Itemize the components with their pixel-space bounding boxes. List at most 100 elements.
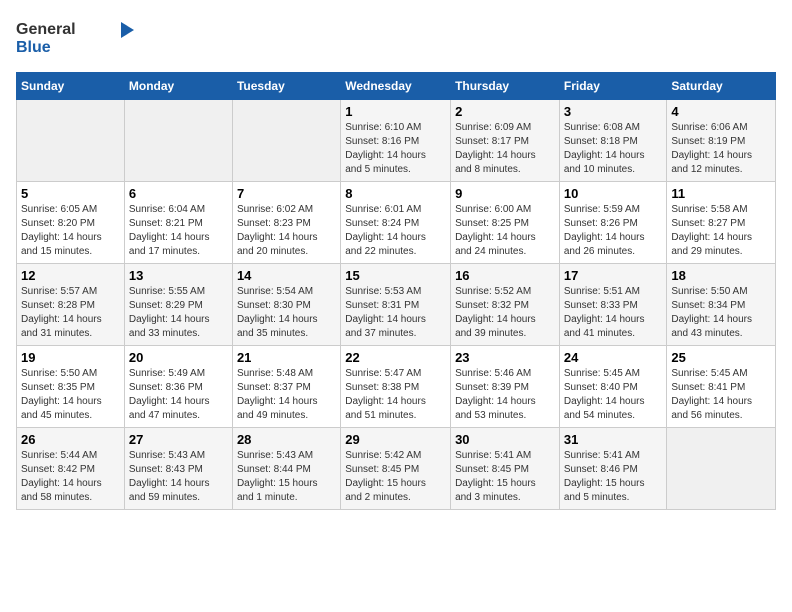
day-info: Sunrise: 5:59 AM Sunset: 8:26 PM Dayligh…	[564, 203, 663, 259]
calendar-cell: 19Sunrise: 5:50 AM Sunset: 8:35 PM Dayli…	[17, 346, 125, 428]
day-number: 6	[129, 186, 228, 201]
day-number: 28	[237, 432, 336, 447]
calendar-cell: 30 Sunrise: 5:41 AM Sunset: 8:45 PM Dayli…	[451, 428, 560, 510]
day-number: 31	[564, 432, 663, 447]
calendar-cell: 5 Sunrise: 6:05 AM Sunset: 8:20 PM Daylig…	[17, 182, 125, 264]
day-info: Sunrise: 5:58 AM Sunset: 8:27 PM Dayligh…	[671, 203, 771, 259]
day-info: Sunrise: 5:50 AM Sunset: 8:34 PM Dayligh…	[671, 285, 771, 341]
calendar-cell: 8Sunrise: 6:01 AM Sunset: 8:24 PM Daylig…	[341, 182, 451, 264]
day-info: Sunrise: 5:46 AM Sunset: 8:39 PM Dayligh…	[455, 367, 555, 423]
calendar-week-row: 1 Sunrise: 6:10 AM Sunset: 8:16 PM Daylig…	[17, 100, 776, 182]
calendar-cell	[124, 100, 232, 182]
day-info: Sunrise: 5:43 AM Sunset: 8:44 PM Dayligh…	[237, 449, 336, 505]
day-number: 14	[237, 268, 336, 283]
day-number: 16	[455, 268, 555, 283]
calendar-cell	[17, 100, 125, 182]
svg-text:General: General	[16, 21, 76, 38]
day-info: Sunrise: 5:57 AM Sunset: 8:28 PM Dayligh…	[21, 285, 120, 341]
day-info: Sunrise: 6:10 AM Sunset: 8:16 PM Dayligh…	[345, 121, 446, 177]
day-info: Sunrise: 6:09 AM Sunset: 8:17 PM Dayligh…	[455, 121, 555, 177]
calendar-week-row: 12 Sunrise: 5:57 AM Sunset: 8:28 PM Dayli…	[17, 264, 776, 346]
calendar-week-row: 19Sunrise: 5:50 AM Sunset: 8:35 PM Dayli…	[17, 346, 776, 428]
calendar-cell: 25 Sunrise: 5:45 AM Sunset: 8:41 PM Dayli…	[667, 346, 776, 428]
calendar-cell: 4 Sunrise: 6:06 AM Sunset: 8:19 PM Daylig…	[667, 100, 776, 182]
calendar-cell: 3 Sunrise: 6:08 AM Sunset: 8:18 PM Daylig…	[559, 100, 667, 182]
day-number: 2	[455, 104, 555, 119]
day-number: 27	[129, 432, 228, 447]
day-number: 29	[345, 432, 446, 447]
day-number: 15	[345, 268, 446, 283]
day-info: Sunrise: 5:47 AM Sunset: 8:38 PM Dayligh…	[345, 367, 446, 423]
day-number: 12	[21, 268, 120, 283]
day-number: 10	[564, 186, 663, 201]
calendar-cell: 22 Sunrise: 5:47 AM Sunset: 8:38 PM Dayli…	[341, 346, 451, 428]
calendar-cell: 31 Sunrise: 5:41 AM Sunset: 8:46 PM Dayli…	[559, 428, 667, 510]
day-info: Sunrise: 6:08 AM Sunset: 8:18 PM Dayligh…	[564, 121, 663, 177]
calendar-cell: 17 Sunrise: 5:51 AM Sunset: 8:33 PM Dayli…	[559, 264, 667, 346]
calendar-cell: 14 Sunrise: 5:54 AM Sunset: 8:30 PM Dayli…	[232, 264, 340, 346]
calendar-table: SundayMondayTuesdayWednesdayThursdayFrid…	[16, 72, 776, 510]
day-info: Sunrise: 6:02 AM Sunset: 8:23 PM Dayligh…	[237, 203, 336, 259]
day-info: Sunrise: 5:55 AM Sunset: 8:29 PM Dayligh…	[129, 285, 228, 341]
svg-text:Blue: Blue	[16, 39, 51, 56]
day-number: 8	[345, 186, 446, 201]
weekday-header: Sunday	[17, 73, 125, 100]
weekday-header: Friday	[559, 73, 667, 100]
day-info: Sunrise: 5:43 AM Sunset: 8:43 PM Dayligh…	[129, 449, 228, 505]
day-number: 26	[21, 432, 120, 447]
day-info: Sunrise: 5:51 AM Sunset: 8:33 PM Dayligh…	[564, 285, 663, 341]
day-number: 9	[455, 186, 555, 201]
day-number: 3	[564, 104, 663, 119]
day-number: 11	[671, 186, 771, 201]
day-number: 5	[21, 186, 120, 201]
day-number: 21	[237, 350, 336, 365]
calendar-cell: 1 Sunrise: 6:10 AM Sunset: 8:16 PM Daylig…	[341, 100, 451, 182]
calendar-cell: 12 Sunrise: 5:57 AM Sunset: 8:28 PM Dayli…	[17, 264, 125, 346]
weekday-header: Wednesday	[341, 73, 451, 100]
day-info: Sunrise: 5:45 AM Sunset: 8:40 PM Dayligh…	[564, 367, 663, 423]
day-info: Sunrise: 5:41 AM Sunset: 8:45 PM Dayligh…	[455, 449, 555, 505]
day-number: 22	[345, 350, 446, 365]
weekday-header: Monday	[124, 73, 232, 100]
calendar-cell: 11 Sunrise: 5:58 AM Sunset: 8:27 PM Dayli…	[667, 182, 776, 264]
calendar-cell: 13Sunrise: 5:55 AM Sunset: 8:29 PM Dayli…	[124, 264, 232, 346]
calendar-cell: 10 Sunrise: 5:59 AM Sunset: 8:26 PM Dayli…	[559, 182, 667, 264]
calendar-cell: 15 Sunrise: 5:53 AM Sunset: 8:31 PM Dayli…	[341, 264, 451, 346]
weekday-header-row: SundayMondayTuesdayWednesdayThursdayFrid…	[17, 73, 776, 100]
day-number: 4	[671, 104, 771, 119]
day-number: 7	[237, 186, 336, 201]
day-number: 1	[345, 104, 446, 119]
day-info: Sunrise: 6:00 AM Sunset: 8:25 PM Dayligh…	[455, 203, 555, 259]
calendar-cell: 2 Sunrise: 6:09 AM Sunset: 8:17 PM Daylig…	[451, 100, 560, 182]
calendar-cell: 24Sunrise: 5:45 AM Sunset: 8:40 PM Dayli…	[559, 346, 667, 428]
weekday-header: Thursday	[451, 73, 560, 100]
calendar-cell: 16 Sunrise: 5:52 AM Sunset: 8:32 PM Dayli…	[451, 264, 560, 346]
calendar-cell: 6Sunrise: 6:04 AM Sunset: 8:21 PM Daylig…	[124, 182, 232, 264]
calendar-cell: 29Sunrise: 5:42 AM Sunset: 8:45 PM Dayli…	[341, 428, 451, 510]
day-number: 17	[564, 268, 663, 283]
day-info: Sunrise: 5:41 AM Sunset: 8:46 PM Dayligh…	[564, 449, 663, 505]
day-info: Sunrise: 6:05 AM Sunset: 8:20 PM Dayligh…	[21, 203, 120, 259]
day-info: Sunrise: 5:53 AM Sunset: 8:31 PM Dayligh…	[345, 285, 446, 341]
day-info: Sunrise: 5:44 AM Sunset: 8:42 PM Dayligh…	[21, 449, 120, 505]
day-info: Sunrise: 5:45 AM Sunset: 8:41 PM Dayligh…	[671, 367, 771, 423]
day-number: 19	[21, 350, 120, 365]
day-number: 25	[671, 350, 771, 365]
day-info: Sunrise: 6:06 AM Sunset: 8:19 PM Dayligh…	[671, 121, 771, 177]
day-info: Sunrise: 5:49 AM Sunset: 8:36 PM Dayligh…	[129, 367, 228, 423]
page-header: General Blue	[16, 16, 776, 60]
calendar-cell: 28 Sunrise: 5:43 AM Sunset: 8:44 PM Dayli…	[232, 428, 340, 510]
logo: General Blue	[16, 16, 136, 60]
day-number: 20	[129, 350, 228, 365]
calendar-cell: 27 Sunrise: 5:43 AM Sunset: 8:43 PM Dayli…	[124, 428, 232, 510]
calendar-cell: 7 Sunrise: 6:02 AM Sunset: 8:23 PM Daylig…	[232, 182, 340, 264]
day-number: 30	[455, 432, 555, 447]
calendar-week-row: 5 Sunrise: 6:05 AM Sunset: 8:20 PM Daylig…	[17, 182, 776, 264]
day-info: Sunrise: 5:52 AM Sunset: 8:32 PM Dayligh…	[455, 285, 555, 341]
calendar-cell: 9 Sunrise: 6:00 AM Sunset: 8:25 PM Daylig…	[451, 182, 560, 264]
day-info: Sunrise: 5:54 AM Sunset: 8:30 PM Dayligh…	[237, 285, 336, 341]
calendar-cell	[232, 100, 340, 182]
calendar-cell: 26 Sunrise: 5:44 AM Sunset: 8:42 PM Dayli…	[17, 428, 125, 510]
calendar-cell: 23Sunrise: 5:46 AM Sunset: 8:39 PM Dayli…	[451, 346, 560, 428]
logo-svg: General Blue	[16, 16, 136, 60]
